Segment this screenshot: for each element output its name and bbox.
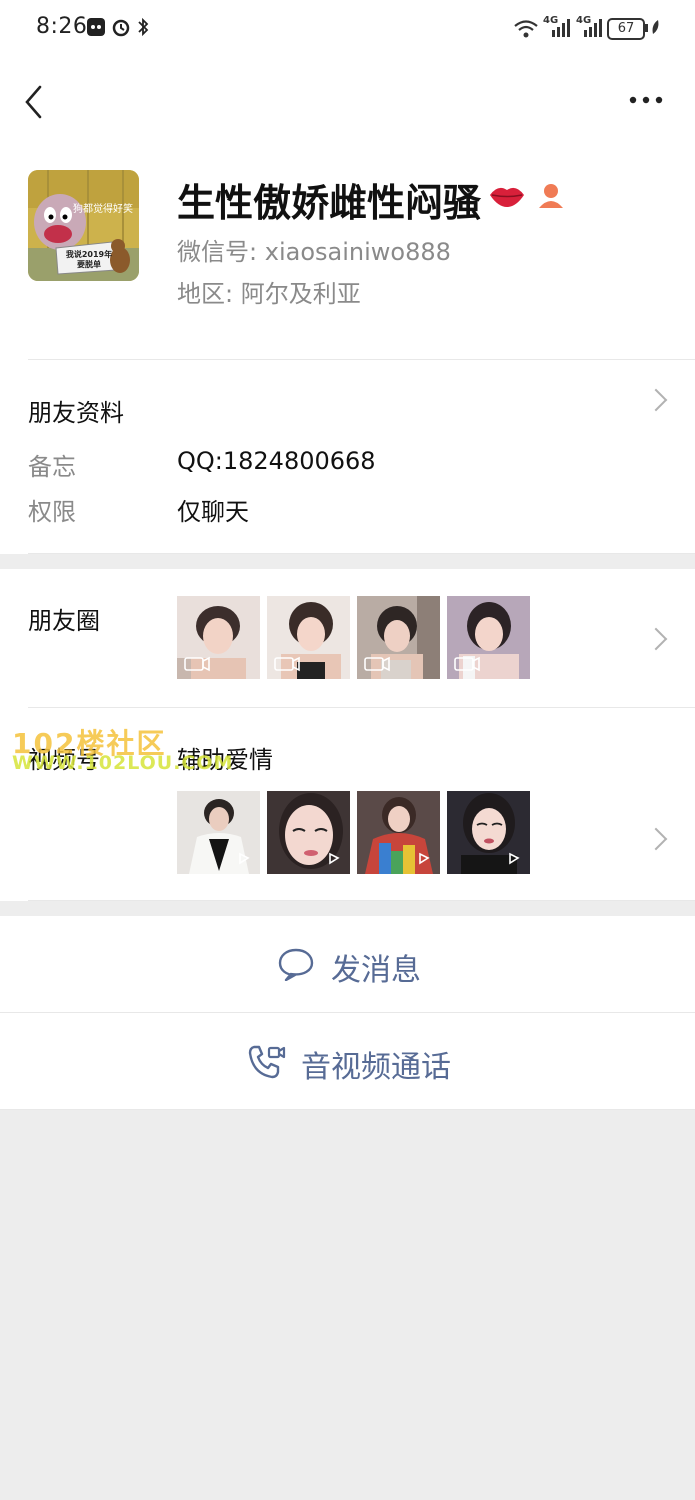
star-friend-icon [539,184,563,208]
signal-icon-1 [552,19,570,37]
voice-video-call-button[interactable]: 音视频通话 [0,1013,695,1109]
battery-icon: 67 [607,18,645,40]
back-icon[interactable] [22,84,46,120]
watermark-url: WWW.102LOU.COM [12,752,234,774]
signal-icon-2 [584,19,602,37]
wechat-id-label: 微信号: [177,238,258,266]
wechat-id-row: 微信号: xiaosainiwo888 [177,232,451,267]
region-label: 地区: [177,280,234,308]
moments-thumb [267,596,350,679]
status-time: 8:26 [36,14,88,39]
divider [0,1109,695,1110]
wifi-icon [514,20,538,38]
moments-thumb [357,596,440,679]
channels-thumb [357,791,440,874]
channels-thumb [267,791,350,874]
permission-label: 权限 [28,498,76,526]
avatar-caption-top: 狗都觉得好笑 [73,204,133,215]
divider [28,900,695,901]
lips-icon [490,187,524,207]
avatar-caption-card: 我说2019年要脱单 [65,250,113,269]
app-notification-icon [87,18,105,36]
remark-label: 备忘 [28,453,76,481]
moments-thumb [177,596,260,679]
nav-bar [0,56,695,150]
send-message-button[interactable]: 发消息 [0,916,695,1012]
permission-value: 仅聊天 [177,498,249,526]
channels-thumb [447,791,530,874]
remark-value: QQ:1824800668 [177,447,376,475]
avatar[interactable]: 狗都觉得好笑 我说2019年要脱单 [28,170,139,281]
wechat-id-value: xiaosainiwo888 [264,238,451,266]
battery-tip [645,24,648,32]
region-value: 阿尔及利亚 [240,280,361,308]
chat-bubble-icon [278,948,314,981]
send-message-label: 发消息 [331,953,421,988]
status-bar: 8:26 4G 4G 67 [0,0,695,56]
divider [28,359,695,360]
moments-title: 朋友圈 [28,607,100,635]
more-icon[interactable] [628,94,664,106]
alarm-icon [112,19,130,37]
contact-name: 生性傲娇雌性闷骚 [177,181,482,225]
divider [28,553,695,554]
friend-info-title: 朋友资料 [28,399,124,427]
region-row: 地区: 阿尔及利亚 [177,274,361,309]
battery-level: 67 [617,21,635,36]
channels-thumb [177,791,260,874]
voice-video-call-label: 音视频通话 [301,1050,451,1085]
moments-thumb [447,596,530,679]
phone-video-icon [248,1045,286,1079]
divider [28,707,695,708]
leaf-icon [652,20,659,34]
bluetooth-icon [138,17,149,37]
